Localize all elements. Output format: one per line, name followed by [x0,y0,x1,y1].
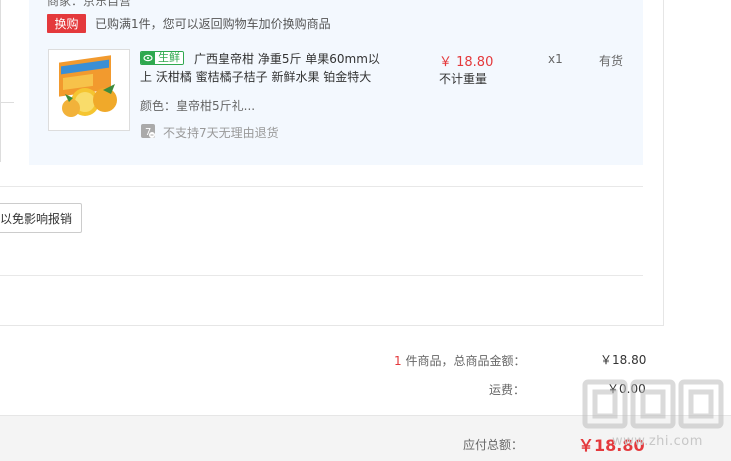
product-thumbnail[interactable] [48,49,130,131]
left-divider [0,0,14,103]
fresh-tag: 生鲜 [140,51,184,65]
stock-status: 有货 [599,54,624,68]
item-quantity: x1 [548,52,563,66]
item-count-label: 件商品，总商品金额： [401,354,526,368]
left-border [0,0,1,162]
swap-badge: 换购 [47,14,86,33]
fresh-icon [141,52,155,64]
shipping-label: 运费： [489,383,526,397]
invoice-remark-button[interactable]: 以免影响报销 [0,203,82,233]
swap-message[interactable]: 已购满1件，您可以返回购物车加价换购商品 [95,15,331,32]
orange-product-image [59,55,117,117]
watermark-logo [582,379,724,429]
item-count-summary: 1 件商品，总商品金额： [394,352,525,369]
section-divider [0,275,643,276]
item-count: 1 [394,354,402,368]
goods-amount: ￥18.80 [600,353,647,367]
item-price: ￥ 18.80 [439,55,494,70]
no-return-icon: 7 [141,124,155,138]
no-return-text: 不支持7天无理由退货 [163,126,279,140]
item-weight: 不计重量 [439,72,488,86]
vendor-label: 商家：京东自营 [47,0,132,8]
fresh-label: 生鲜 [155,52,183,64]
section-divider [0,186,643,187]
watermark-text: www.zhi.com [612,434,703,449]
total-label: 应付总额： [463,438,524,452]
product-color: 颜色：皇帝柑5斤礼... [140,99,256,113]
